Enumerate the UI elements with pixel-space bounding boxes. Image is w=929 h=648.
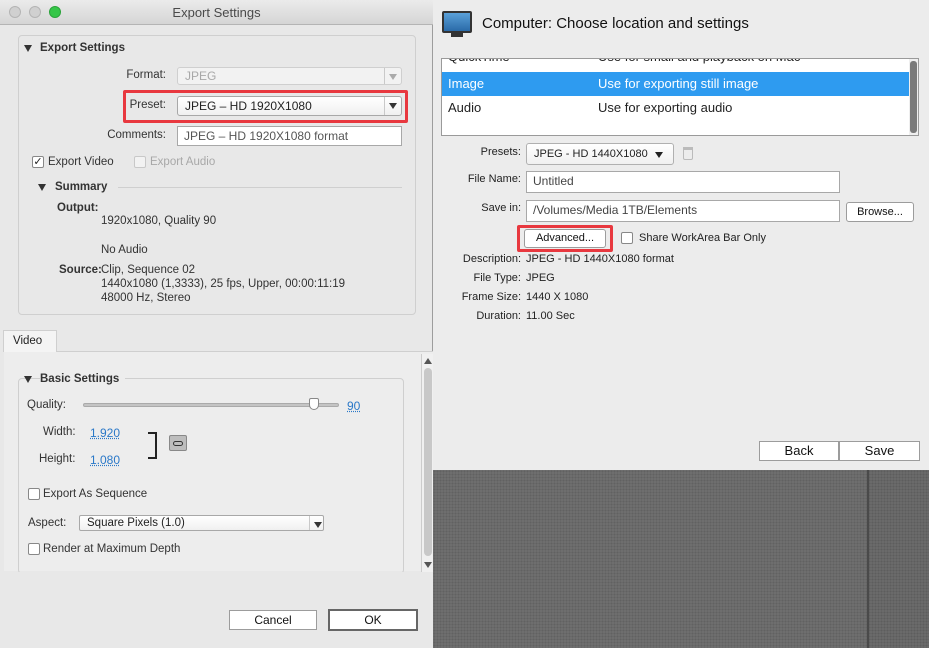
- chain-link-glyph: [173, 441, 183, 446]
- file-type-label: File Type:: [473, 272, 522, 284]
- width-value[interactable]: 1.920: [90, 426, 120, 440]
- chevron-down-icon: [384, 97, 401, 115]
- chevron-down-icon: [309, 516, 323, 530]
- width-label: Width:: [43, 426, 76, 438]
- export-video-checkbox[interactable]: ✓: [32, 156, 44, 168]
- chain-link-icon[interactable]: [169, 435, 187, 451]
- list-scrollbar[interactable]: [909, 59, 918, 135]
- export-audio-label: Export Audio: [150, 156, 216, 168]
- share-workarea-checkbox[interactable]: [621, 232, 633, 244]
- presets-dropdown[interactable]: JPEG - HD 1440X1080: [526, 143, 674, 165]
- list-item-desc: Use for small and playback on Mac: [598, 59, 800, 69]
- list-item-image[interactable]: Image Use for exporting still image: [442, 72, 910, 96]
- tab-video[interactable]: Video: [3, 330, 57, 352]
- export-type-list[interactable]: QuickTime Use for small and playback on …: [441, 58, 919, 136]
- export-location-panel: Computer: Choose location and settings Q…: [433, 0, 929, 470]
- description-label: Description:: [462, 253, 521, 265]
- save-in-input[interactable]: /Volumes/Media 1TB/Elements: [526, 200, 840, 222]
- aspect-label: Aspect:: [28, 517, 67, 529]
- list-item-name: Audio: [448, 100, 482, 115]
- render-max-depth-label: Render at Maximum Depth: [43, 543, 181, 555]
- trash-icon[interactable]: [683, 147, 693, 160]
- format-value: JPEG: [185, 69, 217, 83]
- list-item-audio[interactable]: Audio Use for exporting audio: [442, 96, 910, 120]
- scroll-up-icon[interactable]: [424, 358, 432, 364]
- link-bracket: [148, 432, 157, 459]
- file-name-label: File Name:: [467, 173, 521, 185]
- cancel-button[interactable]: Cancel: [229, 610, 317, 630]
- workspace-background: [433, 470, 929, 648]
- output-label: Output:: [57, 202, 99, 214]
- frame-size-value: 1440 X 1080: [526, 291, 589, 303]
- export-as-sequence-label: Export As Sequence: [43, 488, 148, 500]
- export-video-label: Export Video: [48, 156, 114, 168]
- save-in-label: Save in:: [481, 202, 521, 214]
- export-settings-dialog: Export Settings Export Settings Format: …: [0, 0, 433, 648]
- comments-label: Comments:: [107, 129, 166, 141]
- chevron-down-icon: [655, 152, 663, 158]
- format-label: Format:: [126, 69, 166, 81]
- preset-value: JPEG – HD 1920X1080: [185, 99, 312, 113]
- basic-settings-header: Basic Settings: [40, 373, 126, 385]
- frame-size-label: Frame Size:: [461, 291, 521, 303]
- summary-divider: [118, 187, 402, 188]
- list-item-desc: Use for exporting still image: [598, 76, 759, 91]
- comments-input[interactable]: JPEG – HD 1920X1080 format: [177, 126, 402, 146]
- scroll-down-icon[interactable]: [424, 562, 432, 568]
- file-type-value: JPEG: [526, 272, 555, 284]
- aspect-dropdown[interactable]: Square Pixels (1.0): [79, 515, 324, 531]
- list-item-desc: Use for exporting audio: [598, 100, 733, 115]
- export-as-sequence-checkbox[interactable]: [28, 488, 40, 500]
- output-line1: 1920x1080, Quality 90: [101, 215, 217, 227]
- quality-label: Quality:: [27, 399, 66, 411]
- preset-label: Preset:: [129, 99, 166, 111]
- export-audio-checkbox[interactable]: [134, 156, 146, 168]
- format-dropdown[interactable]: JPEG: [177, 67, 402, 85]
- ok-button[interactable]: OK: [328, 609, 418, 631]
- chevron-down-icon: [384, 68, 401, 84]
- settings-scrollbar[interactable]: [421, 354, 433, 572]
- source-label: Source:: [59, 264, 102, 276]
- back-button[interactable]: Back: [759, 441, 839, 461]
- presets-value: JPEG - HD 1440X1080: [534, 148, 648, 160]
- title-bar[interactable]: Export Settings: [0, 0, 433, 25]
- panel-title: Computer: Choose location and settings: [482, 15, 749, 32]
- height-label: Height:: [39, 453, 76, 465]
- list-item-quicktime[interactable]: QuickTime Use for small and playback on …: [442, 59, 910, 69]
- advanced-button[interactable]: Advanced...: [524, 229, 606, 248]
- duration-value: 11.00 Sec: [526, 310, 575, 322]
- disclosure-triangle-icon[interactable]: [38, 184, 46, 191]
- output-line2: No Audio: [101, 244, 148, 256]
- aspect-value: Square Pixels (1.0): [87, 517, 185, 529]
- disclosure-triangle-icon[interactable]: [24, 45, 32, 52]
- height-value[interactable]: 1.080: [90, 453, 120, 467]
- list-item-name: Image: [448, 76, 485, 91]
- summary-header: Summary: [55, 181, 108, 193]
- preset-dropdown[interactable]: JPEG – HD 1920X1080: [177, 96, 402, 116]
- save-button[interactable]: Save: [839, 441, 920, 461]
- computer-monitor-icon: [442, 11, 472, 33]
- quality-slider[interactable]: [83, 403, 339, 407]
- presets-label: Presets:: [480, 146, 521, 158]
- scrollbar-thumb[interactable]: [910, 61, 917, 133]
- share-workarea-label: Share WorkArea Bar Only: [639, 232, 766, 244]
- disclosure-triangle-icon[interactable]: [24, 376, 32, 383]
- scrollbar-thumb[interactable]: [424, 368, 432, 556]
- render-max-depth-checkbox[interactable]: [28, 543, 40, 555]
- description-value: JPEG - HD 1440X1080 format: [526, 253, 674, 265]
- list-item-name: QuickTime: [448, 59, 510, 69]
- workspace-pane: [433, 470, 869, 648]
- quality-slider-thumb[interactable]: [309, 398, 319, 410]
- source-line1: Clip, Sequence 02: [101, 264, 195, 276]
- dialog-title: Export Settings: [172, 5, 261, 20]
- duration-label: Duration:: [476, 310, 521, 322]
- quality-value[interactable]: 90: [347, 399, 360, 413]
- monitor-stand: [451, 33, 463, 37]
- source-line2: 1440x1080 (1,3333), 25 fps, Upper, 00:00…: [101, 278, 346, 290]
- file-name-input[interactable]: Untitled: [526, 171, 840, 193]
- browse-button[interactable]: Browse...: [846, 202, 914, 222]
- export-settings-header: Export Settings: [40, 42, 131, 54]
- source-line3: 48000 Hz, Stereo: [101, 292, 191, 304]
